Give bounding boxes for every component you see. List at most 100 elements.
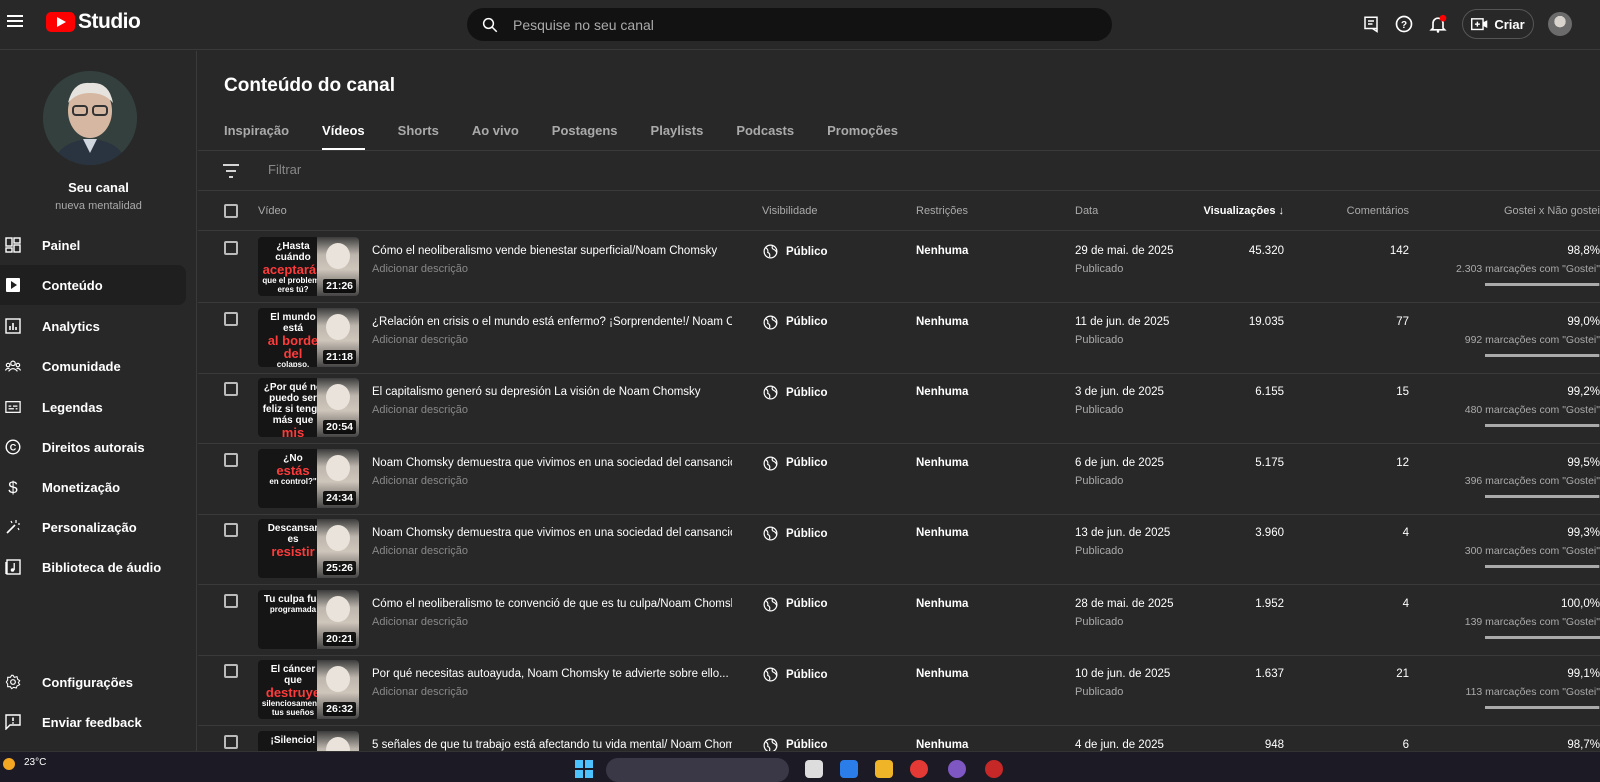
sidebar-item-conteudo[interactable]: Conteúdo [0,265,186,305]
column-restrictions[interactable]: Restrições [916,205,968,217]
column-views[interactable]: Visualizações ↓ [1203,205,1284,217]
visibility-selector[interactable]: Público [763,597,828,612]
comments-count[interactable]: 4 [1403,598,1409,610]
table-row[interactable]: Tu culpa fue programada 20:21 Cómo el ne… [198,585,1600,656]
filter-icon[interactable] [223,164,239,178]
chrome-icon[interactable] [985,760,1003,778]
video-thumbnail[interactable]: El cáncer que destruye silenciosamente t… [258,660,359,719]
select-all-checkbox[interactable] [224,204,238,218]
folder-icon[interactable] [875,760,893,778]
table-row[interactable]: El cáncer que destruye silenciosamente t… [198,655,1600,726]
tab-postagens[interactable]: Postagens [552,123,618,150]
create-button[interactable]: Criar [1462,9,1534,39]
column-visibility[interactable]: Visibilidade [762,205,817,217]
video-thumbnail[interactable]: ¿Por qué no puedo ser feliz si tengo más… [258,378,359,437]
app-icon[interactable] [948,760,966,778]
comments-count[interactable]: 6 [1403,739,1409,751]
tab-inspiracao[interactable]: Inspiração [224,123,289,150]
table-row[interactable]: El mundo está al borde del colapso. 21:1… [198,303,1600,374]
video-thumbnail[interactable]: El mundo está al borde del colapso. 21:1… [258,307,359,367]
video-thumbnail[interactable]: Descansar es resistir 25:26 [258,519,359,578]
video-title[interactable]: Cómo el neoliberalismo vende bienestar s… [372,245,732,257]
visibility-selector[interactable]: Público [763,385,828,400]
sidebar-item-biblioteca-de-audio[interactable]: Biblioteca de áudio [0,547,186,587]
comments-count[interactable]: 21 [1396,668,1409,680]
account-avatar[interactable] [1548,12,1572,36]
sidebar-item-direitos-autorais[interactable]: C Direitos autorais [0,427,186,467]
visibility-selector[interactable]: Público [763,526,828,541]
tab-playlists[interactable]: Playlists [651,123,704,150]
studio-logo[interactable]: Studio [46,11,141,32]
row-checkbox[interactable] [224,382,238,396]
video-thumbnail[interactable]: Tu culpa fue programada 20:21 [258,589,359,649]
taskbar-search[interactable] [606,758,789,782]
filter-input[interactable] [268,162,668,177]
comments-count[interactable]: 77 [1396,316,1409,328]
table-row[interactable]: ¿No estás en control?" 24:34 Noam Chomsk… [198,444,1600,515]
column-comments[interactable]: Comentários [1347,205,1409,217]
video-title[interactable]: 5 señales de que tu trabajo está afectan… [372,739,732,751]
video-description[interactable]: Adicionar descrição [372,545,468,557]
weather-icon[interactable] [3,758,15,770]
sidebar-item-monetizacao[interactable]: $ Monetização [0,467,186,507]
comments-count[interactable]: 15 [1396,386,1409,398]
video-description[interactable]: Adicionar descrição [372,475,468,487]
table-row[interactable]: Descansar es resistir 25:26 Noam Chomsky… [198,514,1600,585]
visibility-selector[interactable]: Público [763,315,828,330]
search-input[interactable] [513,16,1073,33]
video-title[interactable]: Noam Chomsky demuestra que vivimos en un… [372,457,732,469]
sidebar-item-painel[interactable]: Painel [0,225,186,265]
table-row[interactable]: ¿Por qué no puedo ser feliz si tengo más… [198,373,1600,444]
row-checkbox[interactable] [224,734,238,749]
row-checkbox[interactable] [224,452,238,467]
tab-ao-vivo[interactable]: Ao vivo [472,123,519,150]
thumbnail-text-highlight: destruye [265,685,321,700]
comments-count[interactable]: 4 [1403,527,1409,539]
video-description[interactable]: Adicionar descrição [372,616,468,628]
video-title[interactable]: Cómo el neoliberalismo te convenció de q… [372,598,732,610]
app-icon[interactable] [840,760,858,778]
help-icon[interactable]: ? [1393,13,1415,35]
video-description[interactable]: Adicionar descrição [372,404,468,416]
notifications-bell-icon[interactable] [1427,13,1449,35]
video-title[interactable]: Noam Chomsky demuestra que vivimos en un… [372,527,732,539]
video-title[interactable]: El capitalismo generó su depresión La vi… [372,386,732,398]
sidebar-item-personalizacao[interactable]: Personalização [0,507,186,547]
visibility-selector[interactable]: Público [763,456,828,471]
tab-videos[interactable]: Vídeos [322,123,365,150]
search-box[interactable] [467,8,1112,41]
table-row[interactable]: ¿Hasta cuándo aceptarás que el problema … [198,232,1600,303]
video-thumbnail[interactable]: ¿Hasta cuándo aceptarás que el problema … [258,237,359,296]
subtitles-feedback-icon[interactable] [1360,13,1382,35]
windows-start-icon[interactable] [575,760,593,778]
menu-icon[interactable] [7,15,23,28]
comments-count[interactable]: 142 [1390,245,1409,257]
visibility-selector[interactable]: Público [763,244,828,259]
visibility-selector[interactable]: Público [763,667,828,682]
column-date[interactable]: Data [1075,205,1098,217]
video-thumbnail[interactable]: ¿No estás en control?" 24:34 [258,448,359,508]
sidebar-item-comunidade[interactable]: Comunidade [0,346,186,386]
sidebar-item-analytics[interactable]: Analytics [0,306,186,346]
app-icon[interactable] [805,760,823,778]
row-checkbox[interactable] [224,241,238,255]
row-checkbox[interactable] [224,311,238,326]
video-title[interactable]: ¿Relación en crisis o el mundo está enfe… [372,316,732,328]
video-title[interactable]: Por qué necesitas autoayuda, Noam Chomsk… [372,668,732,680]
row-checkbox[interactable] [224,523,238,537]
sidebar-item-enviar-feedback[interactable]: Enviar feedback [0,702,186,742]
comments-count[interactable]: 12 [1396,457,1409,469]
app-icon[interactable] [910,760,928,778]
sidebar-item-configuracoes[interactable]: Configurações [0,662,186,702]
row-checkbox[interactable] [224,593,238,608]
row-checkbox[interactable] [224,664,238,678]
video-description[interactable]: Adicionar descrição [372,686,468,698]
video-description[interactable]: Adicionar descrição [372,334,468,346]
column-likes[interactable]: Gostei x Não gostei [1504,205,1600,217]
sidebar-item-legendas[interactable]: Legendas [0,387,186,427]
tab-podcasts[interactable]: Podcasts [736,123,794,150]
channel-avatar[interactable] [43,71,137,165]
tab-shorts[interactable]: Shorts [398,123,439,150]
tab-promocoes[interactable]: Promoções [827,123,898,150]
video-description[interactable]: Adicionar descrição [372,263,468,275]
